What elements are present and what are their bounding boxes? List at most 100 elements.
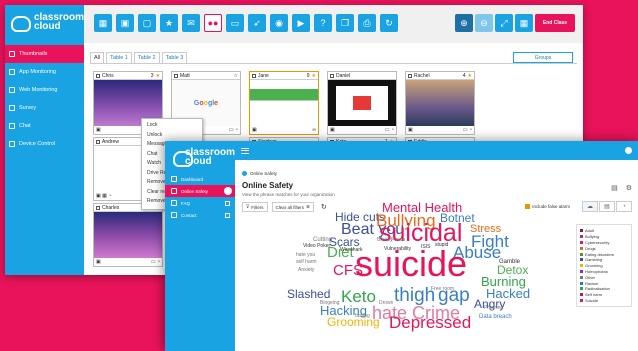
screen-icon[interactable]: ▦ — [94, 14, 112, 32]
legend-swatch — [580, 281, 583, 285]
grid-view-icon[interactable]: ▦ — [515, 14, 533, 32]
lock-status-icon: ▣ — [252, 127, 257, 133]
chat-bubble-icon[interactable]: ❐ — [336, 14, 354, 32]
tab-table-3[interactable]: Table 3 — [161, 52, 188, 63]
tab-table-2[interactable]: Table 2 — [133, 52, 160, 63]
sidebar-item-app-monitoring[interactable]: App Monitoring — [5, 63, 84, 81]
menu-item-lock[interactable]: Lock — [142, 121, 202, 131]
message-icon[interactable]: ✉ — [182, 14, 200, 32]
refresh-icon[interactable]: ↻ — [380, 14, 398, 32]
google-logo: Google — [193, 99, 219, 107]
groups-button[interactable]: Groups — [513, 52, 573, 63]
legend-swatch — [580, 264, 583, 268]
lock-icon[interactable]: ▣ — [116, 14, 134, 32]
legend-label: Drugs — [585, 245, 596, 251]
sidebar-item-device-control[interactable]: Device Control — [5, 135, 84, 153]
sidebar-item-thumbnails[interactable]: Thumbnails — [5, 45, 84, 63]
toolbar: ▦ ▣ ▢ ★ ✉ ●● ▭ ➶ ◉ ▶ ? ❐ ⎙ ↻ ⊕ ⊖ ⤢ ▦ ● E… — [84, 5, 583, 43]
select-checkbox[interactable] — [96, 205, 100, 210]
word-cloud-term[interactable]: Anxiety — [298, 268, 314, 273]
legend-swatch — [580, 258, 583, 262]
sidebar-item-chat[interactable]: Chat — [5, 117, 84, 135]
lock-status-icon: ▣ — [96, 259, 101, 265]
student-name: Rachel — [414, 72, 430, 79]
legend-label: Self harm — [585, 292, 603, 298]
sidebar-item-label: Device Control — [19, 141, 56, 147]
logo: classroom cloud — [5, 5, 84, 39]
legend-item[interactable]: Suicide — [580, 298, 628, 304]
select-checkbox[interactable] — [174, 73, 178, 78]
legend-swatch — [580, 252, 583, 256]
student-thumbnail[interactable]: Daniel ▣ ▭ ◔ — [327, 71, 397, 135]
zoom-out-icon[interactable]: ⊖ — [475, 14, 493, 32]
legend-label: Eating disorders — [585, 251, 614, 257]
chat-icon — [9, 123, 15, 129]
thumbnails-icon — [9, 51, 15, 57]
status-icons: ▭ ◔ — [228, 127, 238, 133]
zoom-in-icon[interactable]: ⊕ — [455, 14, 473, 32]
word-cloud-term[interactable]: Slashed — [287, 288, 330, 300]
select-checkbox[interactable] — [96, 139, 100, 144]
print-icon[interactable]: ⎙ — [358, 14, 376, 32]
student-name: Daniel — [336, 72, 351, 79]
tab-divider — [90, 63, 577, 64]
word-cloud-term[interactable]: hate you — [296, 253, 315, 258]
word-cloud-term[interactable]: Grooming — [327, 316, 380, 328]
tab-table-1[interactable]: Table 1 — [106, 52, 132, 63]
rocket-icon[interactable]: ➶ — [248, 14, 266, 32]
status-icons: ∞ — [312, 127, 316, 133]
legend-swatch — [580, 246, 583, 250]
count-badge: 4 — [462, 72, 466, 79]
cloud-logo-icon — [9, 13, 31, 32]
word-cloud-term[interactable]: Phishing — [484, 306, 503, 311]
legend-label: Radicalisation — [585, 286, 610, 292]
sidebar: classroom cloud Thumbnails App Monitoring… — [5, 5, 84, 275]
word-cloud-term[interactable]: Depressed — [389, 314, 471, 331]
fullscreen-icon[interactable]: ⤢ — [495, 14, 513, 32]
star-icon[interactable]: ★ — [160, 14, 178, 32]
tab-all[interactable]: All — [90, 52, 105, 63]
select-checkbox[interactable] — [408, 73, 412, 78]
student-name: Jane — [258, 72, 269, 79]
word-cloud-term[interactable]: Data breach — [479, 314, 512, 320]
globe-icon — [9, 87, 15, 93]
legend-swatch — [580, 287, 583, 291]
student-thumbnail[interactable]: Jane 9 ★ ▣ ∞ — [249, 71, 319, 135]
select-checkbox[interactable] — [252, 73, 256, 78]
legend-label: Grooming — [585, 263, 603, 269]
student-thumbnail[interactable]: Rachel 4 ★ ▣ ▭ ◔ — [405, 71, 475, 135]
sidebar-item-survey[interactable]: Survey — [5, 99, 84, 117]
word-cloud-term[interactable]: self harm — [296, 260, 317, 265]
legend-label: Homophobia — [585, 268, 608, 274]
menu-item-unlock[interactable]: Unlock — [142, 131, 202, 141]
end-class-button[interactable]: End Class — [535, 14, 575, 32]
student-name: Charles — [102, 204, 120, 211]
star-icon: ☆ — [233, 72, 238, 79]
word-cloud-term[interactable]: suicide — [355, 246, 467, 282]
star-icon: ★ — [155, 72, 160, 79]
student-name: Andrew — [102, 138, 119, 145]
student-thumbnail[interactable]: Charles ▣ ▭ ◔ — [93, 203, 163, 267]
survey-icon — [9, 105, 15, 111]
monitor-icon[interactable]: ▭ — [226, 14, 244, 32]
status-icons: ▭ ◔ — [462, 127, 472, 133]
app-monitoring-icon — [9, 69, 15, 75]
word-cloud-term[interactable]: Video Poker — [303, 244, 330, 249]
play-icon[interactable]: ▶ — [292, 14, 310, 32]
legend-swatch — [580, 240, 583, 244]
select-checkbox[interactable] — [330, 73, 334, 78]
sidebar-item-web-monitoring[interactable]: Web Monitoring — [5, 81, 84, 99]
record-icon[interactable]: ●● — [204, 14, 222, 32]
eye-icon[interactable]: ◉ — [270, 14, 288, 32]
question-icon[interactable]: ? — [314, 14, 332, 32]
legend-swatch — [580, 293, 583, 297]
sidebar-item-label: Thumbnails — [19, 51, 48, 57]
unlock-icon[interactable]: ▢ — [138, 14, 156, 32]
sidebar-item-label: App Monitoring — [19, 69, 56, 75]
legend-swatch — [580, 229, 583, 233]
group-tabs: All Table 1 Table 2 Table 3 — [90, 52, 188, 63]
legend-label: Racism — [585, 280, 599, 286]
legend-label: Cybersecurity — [585, 239, 610, 245]
legend-label: Gambling — [585, 257, 603, 263]
select-checkbox[interactable] — [96, 73, 100, 78]
